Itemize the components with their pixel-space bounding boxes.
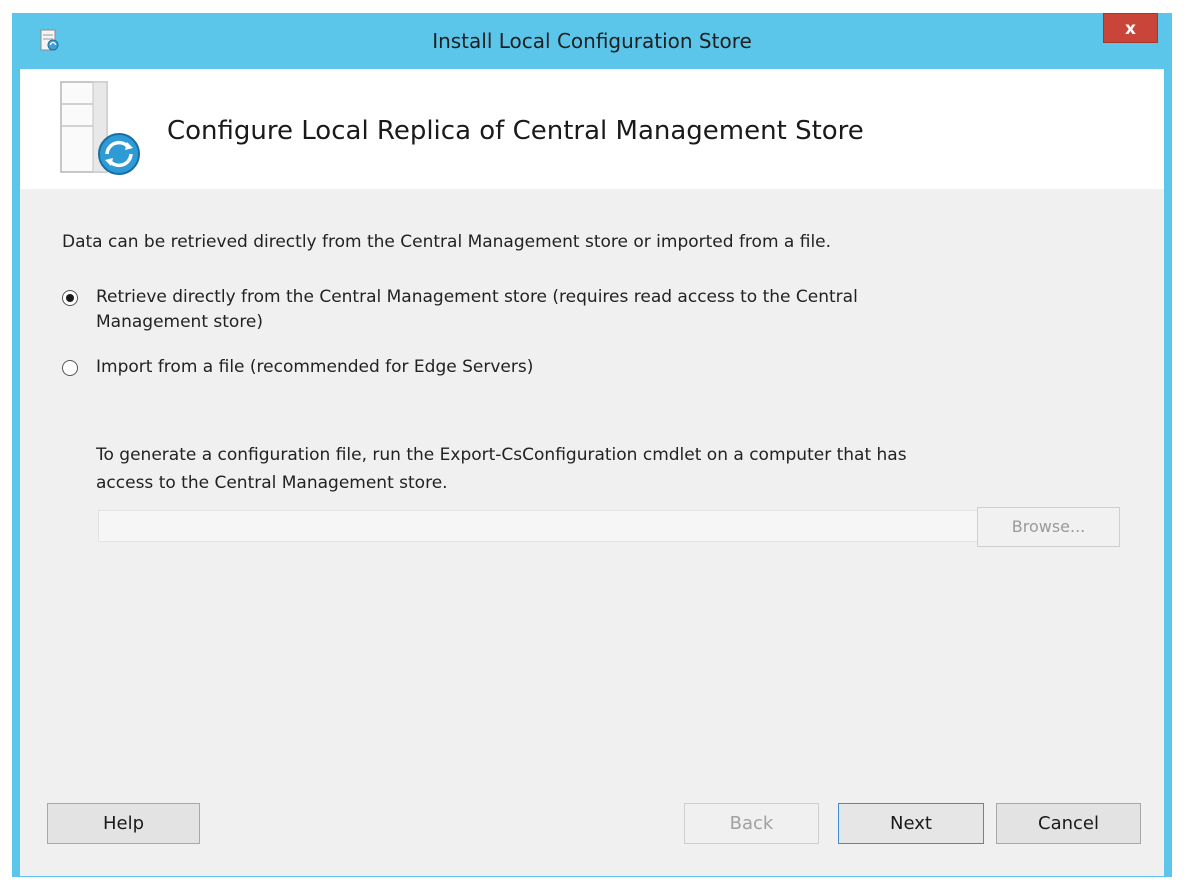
cancel-button[interactable]: Cancel [996, 803, 1141, 844]
back-button[interactable]: Back [684, 803, 819, 844]
close-button[interactable]: x [1103, 13, 1158, 43]
wizard-header: Configure Local Replica of Central Manag… [20, 69, 1164, 189]
config-file-path-input[interactable] [98, 510, 982, 542]
retrieve-label-line2: Management store) [96, 312, 264, 332]
help-button[interactable]: Help [47, 803, 200, 844]
window-title: Install Local Configuration Store [432, 29, 752, 53]
browse-button[interactable]: Browse... [977, 507, 1120, 547]
help-text-line1: To generate a configuration file, run th… [96, 445, 907, 465]
server-replica-icon [59, 80, 145, 180]
intro-text: Data can be retrieved directly from the … [62, 232, 832, 252]
retrieve-radio[interactable] [62, 290, 78, 306]
retrieve-label: Retrieve directly from the Central Manag… [96, 285, 858, 335]
page-title: Configure Local Replica of Central Manag… [167, 116, 864, 146]
export-help-text: To generate a configuration file, run th… [96, 441, 907, 497]
help-text-line2: access to the Central Management store. [96, 473, 448, 493]
import-radio[interactable] [62, 360, 78, 376]
next-button[interactable]: Next [838, 803, 984, 844]
title-bar[interactable]: Install Local Configuration Store x [12, 13, 1172, 69]
dialog-client-area: Configure Local Replica of Central Manag… [20, 69, 1164, 876]
retrieve-label-line1: Retrieve directly from the Central Manag… [96, 287, 858, 307]
installer-window: Install Local Configuration Store x Conf… [12, 13, 1172, 877]
import-label: Import from a file (recommended for Edge… [96, 357, 534, 377]
